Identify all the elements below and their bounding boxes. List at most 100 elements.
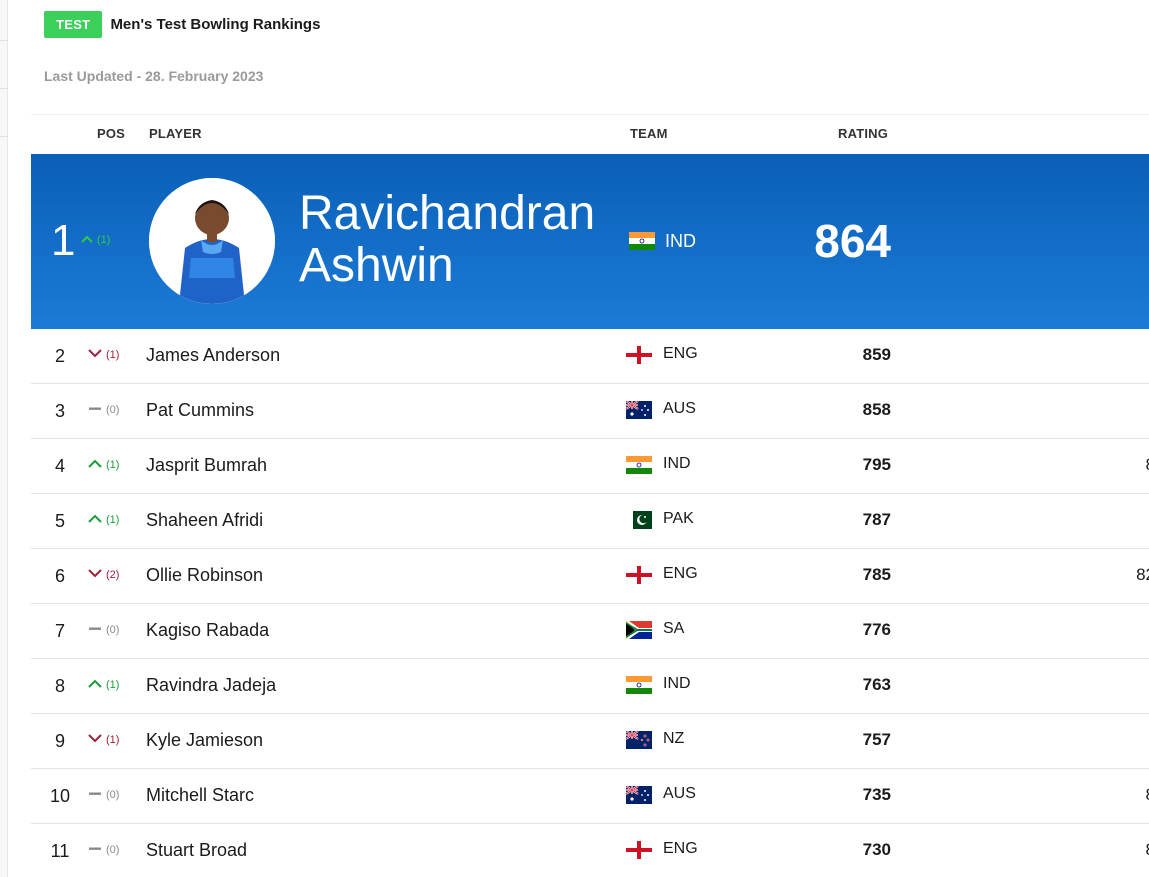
table-row[interactable]: 6 (2) Ollie Robinson ENG 785 82 <box>31 549 1149 604</box>
team-code: IND <box>663 455 691 472</box>
table-row[interactable]: 11 (0) Stuart Broad ENG 730 8 <box>31 824 1149 877</box>
southafrica-flag-icon <box>626 621 652 644</box>
rank-movement: (1) <box>88 459 119 471</box>
rank-movement-value: (0) <box>106 844 120 856</box>
chevron-up-icon <box>88 679 102 691</box>
rank-position: 10 <box>49 786 71 806</box>
india-flag-icon <box>626 456 652 479</box>
table-row[interactable]: 3 (0) Pat Cummins AUS 858 <box>31 384 1149 439</box>
rating-value: 787 <box>862 510 891 529</box>
rating-value: 859 <box>862 345 891 364</box>
player-name[interactable]: James Anderson <box>146 345 280 366</box>
column-header-pos: POS <box>97 126 126 141</box>
team-code: ENG <box>663 840 698 857</box>
rank-movement: (1) <box>88 514 119 526</box>
rating-value: 730 <box>862 840 891 859</box>
player-avatar <box>149 178 275 304</box>
page-title: Men's Test Bowling Rankings <box>110 16 321 33</box>
newzealand-flag-icon <box>625 730 652 754</box>
rank-movement-value: (1) <box>106 679 120 691</box>
rank-movement: (1) <box>88 349 119 361</box>
rank-movement-value: (0) <box>106 404 120 416</box>
chevron-up-icon <box>88 514 102 526</box>
rank-movement: (0) <box>88 624 119 636</box>
rank-movement: (0) <box>88 844 119 856</box>
table-row[interactable]: 5 (1) Shaheen Afridi PAK 787 <box>31 494 1149 549</box>
rank-position: 6 <box>54 566 65 586</box>
career-best-rating: 8 <box>1146 840 1149 860</box>
player-name[interactable]: Ravindra Jadeja <box>146 675 276 696</box>
player-name[interactable]: Jasprit Bumrah <box>146 455 267 476</box>
table-row[interactable]: 2 (1) James Anderson ENG 859 <box>31 329 1149 384</box>
rank-movement-value: (0) <box>106 624 120 636</box>
team-code: AUS <box>663 400 696 417</box>
table-header: POS PLAYER TEAM RATING <box>31 114 1149 154</box>
last-updated-text: Last Updated - 28. February 2023 <box>44 68 264 84</box>
rank-movement-value: (2) <box>106 569 120 581</box>
player-name[interactable]: Ravichandran Ashwin <box>299 188 619 292</box>
player-name[interactable]: Kagiso Rabada <box>146 620 269 641</box>
column-header-rating: RATING <box>838 126 889 141</box>
table-row[interactable]: 7 (0) Kagiso Rabada SA 776 <box>31 604 1149 659</box>
rank-movement-value: (1) <box>106 459 120 471</box>
format-badge[interactable]: TEST <box>44 11 103 38</box>
table-row[interactable]: 10 (0) Mitchell Starc AUS 735 8 <box>31 769 1149 824</box>
no-change-icon <box>88 624 102 636</box>
rankings-table: POS PLAYER TEAM RATING 1 (1) Ravichandra… <box>31 114 1149 877</box>
rank-position: 4 <box>54 456 65 476</box>
rank-position: 9 <box>54 731 65 751</box>
left-rail <box>0 0 8 877</box>
rank-movement-value: (1) <box>106 734 120 746</box>
england-flag-icon <box>625 345 653 369</box>
player-name[interactable]: Shaheen Afridi <box>146 510 263 531</box>
no-change-icon <box>88 404 102 416</box>
chevron-down-icon <box>88 569 102 581</box>
india-flag-icon <box>626 676 652 699</box>
player-name[interactable]: Pat Cummins <box>146 400 254 421</box>
rating-value: 763 <box>862 675 891 694</box>
chevron-up-icon <box>81 234 93 246</box>
rating-value: 757 <box>862 730 891 749</box>
table-row[interactable]: 4 (1) Jasprit Bumrah IND 795 8 <box>31 439 1149 494</box>
team-code: NZ <box>663 730 685 747</box>
team-code: PAK <box>663 510 694 527</box>
chevron-down-icon <box>88 734 102 746</box>
england-flag-icon <box>625 840 653 864</box>
rank-movement-value: (0) <box>106 789 120 801</box>
rank-movement: (2) <box>88 569 119 581</box>
rank-position: 2 <box>54 346 65 366</box>
no-change-icon <box>88 844 102 856</box>
player-name[interactable]: Mitchell Starc <box>146 785 254 806</box>
rating-value: 795 <box>862 455 891 474</box>
team-code: IND <box>663 675 691 692</box>
england-flag-icon <box>625 565 653 589</box>
rank-movement: (1) <box>88 734 119 746</box>
rank-position: 3 <box>54 401 65 421</box>
career-best-rating: 82 <box>1136 565 1149 584</box>
rank-movement: (1) <box>81 234 110 246</box>
rank-movement: (1) <box>88 679 119 691</box>
player-name[interactable]: Stuart Broad <box>146 840 247 861</box>
top-ranked-row[interactable]: 1 (1) Ravichandran Ashwin IND 864 <box>31 154 1149 329</box>
player-name[interactable]: Ollie Robinson <box>146 565 263 586</box>
rating-value: 864 <box>814 215 891 267</box>
rating-value: 858 <box>862 400 891 419</box>
team-code: ENG <box>663 565 698 582</box>
rank-movement: (0) <box>88 404 119 416</box>
rank-position: 1 <box>51 216 76 265</box>
table-row[interactable]: 9 (1) Kyle Jamieson NZ 757 <box>31 714 1149 769</box>
chevron-down-icon <box>88 349 102 361</box>
rank-position: 8 <box>54 676 65 696</box>
team-code: SA <box>663 620 685 637</box>
rating-value: 735 <box>862 785 891 804</box>
player-name[interactable]: Kyle Jamieson <box>146 730 263 751</box>
rank-movement-value: (1) <box>106 514 120 526</box>
australia-flag-icon <box>625 400 652 424</box>
rank-position: 11 <box>50 841 70 861</box>
no-change-icon <box>88 789 102 801</box>
chevron-up-icon <box>88 459 102 471</box>
team-code: AUS <box>663 785 696 802</box>
rating-value: 776 <box>862 620 891 639</box>
ranking-rows: 2 (1) James Anderson ENG 859 3 (0) Pat Cummins A… <box>31 329 1149 877</box>
table-row[interactable]: 8 (1) Ravindra Jadeja IND 763 <box>31 659 1149 714</box>
